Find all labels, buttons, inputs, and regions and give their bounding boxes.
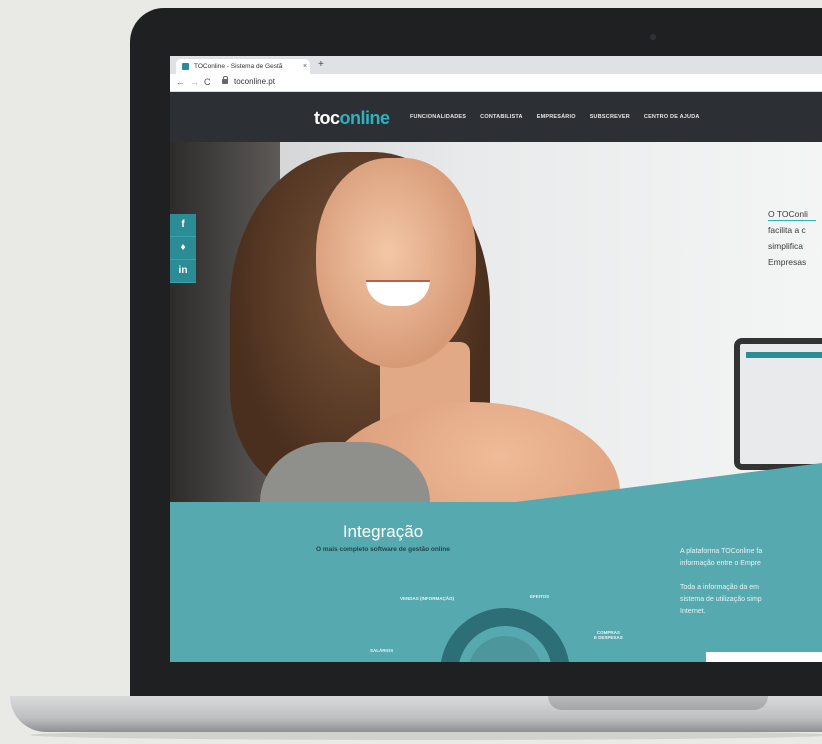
integration-subtitle: O mais completo software de gestão onlin… [315, 546, 450, 553]
nav-contabilista[interactable]: CONTABILISTA [480, 114, 523, 120]
laptop-screen: TOConline - Sistema de Gestã × + ← → C t… [170, 56, 822, 662]
description-line: Internet. [680, 608, 706, 615]
description-line: A plataforma TOConline fa [680, 548, 763, 555]
logo-prefix: toc [314, 108, 340, 128]
cta-button[interactable] [706, 652, 822, 662]
address-bar[interactable]: toconline.pt [234, 77, 275, 86]
integration-description: A plataforma TOConline fa informação ent… [680, 546, 822, 618]
lock-icon [222, 76, 228, 84]
hero-photo-face [316, 158, 476, 368]
tab-title: TOConline - Sistema de Gestã [194, 63, 283, 70]
integration-title: Integração [342, 522, 424, 541]
new-tab-button[interactable]: + [318, 59, 324, 70]
site-logo[interactable]: toconline [314, 108, 390, 129]
nav-subscrever[interactable]: SUBSCREVER [590, 114, 630, 120]
hero-line: facilita a c [768, 225, 806, 235]
social-share-bar: f ♦ in [170, 214, 196, 283]
diagram-label-efeitos: EFEITOS [530, 594, 550, 599]
facebook-icon[interactable]: f [170, 214, 196, 237]
hero-text: O TOConli facilita a c simplifica Empres… [768, 206, 822, 270]
laptop-notch [548, 696, 768, 710]
browser-tab[interactable]: TOConline - Sistema de Gestã × [176, 59, 310, 74]
twitter-icon[interactable]: ♦ [170, 237, 196, 260]
description-line: Toda a informação da em [680, 584, 759, 591]
nav-centro-de-ajuda[interactable]: CENTRO DE AJUDA [644, 114, 700, 120]
diagram-label-compras: COMPRAS E DESPESAS [594, 630, 623, 640]
close-tab-icon[interactable]: × [300, 63, 310, 70]
description-line [680, 570, 822, 582]
description-line: sistema de utilização simp [680, 596, 762, 603]
hero-line: simplifica [768, 241, 803, 251]
nav-funcionalidades[interactable]: FUNCIONALIDADES [410, 114, 466, 120]
linkedin-icon[interactable]: in [170, 260, 196, 283]
laptop-camera [650, 34, 656, 40]
main-nav: FUNCIONALIDADES CONTABILISTA EMPRESÁRIO … [410, 114, 700, 120]
back-button[interactable]: ← [176, 77, 185, 87]
favicon-icon [182, 63, 189, 70]
hero-line: Empresas [768, 257, 807, 267]
diagram-label-vendas: VENDAS (INFORMAÇÃO) [400, 596, 454, 601]
hero-monitor-screen-bar [746, 352, 822, 358]
logo-suffix: online [339, 108, 391, 128]
site-header: toconline FUNCIONALIDADES CONTABILISTA E… [170, 92, 822, 142]
forward-button[interactable]: → [190, 77, 199, 87]
browser-toolbar: ← → C toconline.pt [170, 74, 822, 92]
browser-tab-strip: TOConline - Sistema de Gestã × + [170, 56, 822, 74]
diagram-label-salarios: SALÁRIOS [370, 648, 394, 653]
reload-button[interactable]: C [204, 77, 211, 87]
hero-line: O TOConli [768, 209, 808, 219]
nav-empresario[interactable]: EMPRESÁRIO [537, 114, 576, 120]
description-line: informação entre o Empre [680, 560, 761, 567]
